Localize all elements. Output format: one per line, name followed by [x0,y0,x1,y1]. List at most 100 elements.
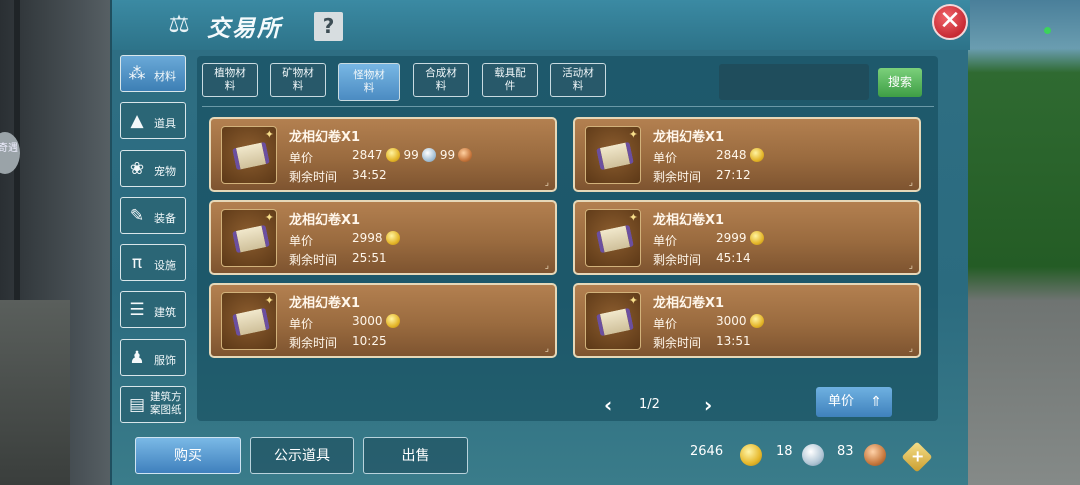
prev-page-button[interactable]: ‹ [604,394,612,416]
corner-mark-icon: ⌟ [908,178,913,188]
category-label: 服饰 [154,353,176,367]
tab-monster-materials[interactable]: 怪物材料 [338,63,400,101]
wallet-gold: 2646 [690,444,724,459]
divider [202,106,934,107]
category-label-line: 建筑方 [150,391,182,404]
gold-amount: 2848 [716,148,747,162]
tab-label-line: 合成材 [425,67,457,79]
category-buildings[interactable]: ☰ 建筑 [120,291,186,329]
silver-coin-icon [802,444,824,466]
item-name: 龙相幻卷X1 [289,130,361,145]
wallet-silver: 18 [776,444,793,459]
paw-icon: ❀ [129,158,145,179]
item-name: 龙相幻卷X1 [289,296,361,311]
building-icon: ☰ [129,300,145,321]
price-values: 2999 [716,231,768,245]
blueprint-icon: ▤ [128,395,146,416]
tab-label-line: 料 [435,80,447,92]
tab-label-line: 载具配 [494,67,526,79]
price-values: 2848 [716,148,768,162]
game-world-right [960,0,1080,485]
item-icon: ▲ [130,111,144,132]
page-indicator: 1/2 [639,397,660,412]
listing-card[interactable]: ✦ 龙相幻卷X1 单价 2848 剩余时间 27:12 ⌟ [573,117,921,192]
category-pets[interactable]: ❀ 宠物 [120,149,186,187]
page-title: 交易所 [207,16,282,42]
tab-vehicle-parts[interactable]: 载具配件 [482,63,538,97]
tab-label-line: 活动材 [562,67,594,79]
tab-crafting-materials[interactable]: 合成材料 [413,63,469,97]
tab-label-line: 植物材 [214,67,246,79]
scroll-item-icon: ✦ [221,126,277,184]
scroll-item-icon: ✦ [585,126,641,184]
item-name: 龙相幻卷X1 [653,213,725,228]
scroll-item-icon: ✦ [585,292,641,350]
gold-coin-icon [385,148,400,162]
showcase-items-button[interactable]: 公示道具 [250,437,354,474]
listing-card[interactable]: ✦ 龙相幻卷X1 单价 3000 剩余时间 10:25 ⌟ [209,283,557,358]
search-input[interactable] [719,64,869,100]
price-label: 单价 [653,317,678,331]
gold-coin-icon [749,231,764,245]
category-items[interactable]: ▲ 道具 [120,102,186,140]
listing-card[interactable]: ✦ 龙相幻卷X1 单价 2999 剩余时间 45:14 ⌟ [573,200,921,275]
clothing-icon: ♟ [129,347,145,368]
tab-plant-materials[interactable]: 植物材料 [202,63,258,97]
sell-button[interactable]: 出售 [363,437,468,474]
category-label: 设施 [154,259,176,273]
scroll-item-icon: ✦ [221,292,277,350]
tab-label-line: 料 [292,80,304,92]
title-bar: ⚖ 交易所 ? ✕ [112,0,970,50]
category-label: 建筑方 案图纸 [150,391,182,417]
exchange-panel: ⚖ 交易所 ? ✕ ⁂ 材料 ▲ 道具 ❀ 宠物 ✎ 装备 π 设施 ☰ 建筑 [110,0,970,485]
category-label-line: 案图纸 [150,404,182,417]
copper-coin-icon [458,148,473,162]
listing-card[interactable]: ✦ 龙相幻卷X1 单价 3000 剩余时间 13:51 ⌟ [573,283,921,358]
gold-coin-icon [749,148,764,162]
category-facilities[interactable]: π 设施 [120,244,186,282]
close-icon: ✕ [939,6,961,36]
listing-area: 植物材料 矿物材料 怪物材料 合成材料 载具配件 活动材料 搜索 ✦ 龙相幻卷X… [197,56,938,421]
category-label: 建筑 [154,306,176,320]
tab-mineral-materials[interactable]: 矿物材料 [270,63,326,97]
category-materials[interactable]: ⁂ 材料 [120,55,186,92]
buy-button[interactable]: 购买 [135,437,241,474]
equipment-icon: ✎ [129,205,145,226]
category-clothing[interactable]: ♟ 服饰 [120,338,186,376]
category-equipment[interactable]: ✎ 装备 [120,196,186,234]
item-name: 龙相幻卷X1 [289,213,361,228]
gold-coin-icon [385,314,400,328]
remaining-time: 34:52 [352,168,387,182]
price-label: 单价 [653,234,678,248]
copper-coin-icon [864,444,886,466]
gold-amount: 2998 [352,231,383,245]
help-button[interactable]: ? [314,12,343,41]
materials-icon: ⁂ [128,64,146,84]
scales-icon: ⚖ [168,10,190,38]
listing-card[interactable]: ✦ 龙相幻卷X1 单价 2847 99 99 剩余时间 34:52 ⌟ [209,117,557,192]
tab-event-materials[interactable]: 活动材料 [550,63,606,97]
status-dot [1044,27,1051,34]
close-button[interactable]: ✕ [932,4,968,40]
tab-label-line: 件 [504,80,516,92]
time-label: 剩余时间 [289,253,338,267]
wallet-copper: 83 [837,444,854,459]
scroll-item-icon: ✦ [221,209,277,267]
item-name: 龙相幻卷X1 [653,130,725,145]
game-world-left [0,0,120,485]
next-page-button[interactable]: › [704,394,712,416]
category-blueprints[interactable]: ▤ 建筑方 案图纸 [120,386,186,424]
category-label: 宠物 [154,164,176,178]
time-label: 剩余时间 [653,170,702,184]
category-label: 道具 [154,117,176,131]
copper-amount: 99 [439,148,456,162]
time-label: 剩余时间 [653,253,702,267]
sort-by-price-button[interactable]: 单价 ⇑ [816,387,892,417]
search-button[interactable]: 搜索 [878,68,922,97]
listing-card[interactable]: ✦ 龙相幻卷X1 单价 2998 剩余时间 25:51 ⌟ [209,200,557,275]
price-label: 单价 [289,151,314,165]
price-values: 3000 [352,314,404,328]
scroll-item-icon: ✦ [585,209,641,267]
remaining-time: 25:51 [352,251,387,265]
tab-label-line: 料 [572,80,584,92]
